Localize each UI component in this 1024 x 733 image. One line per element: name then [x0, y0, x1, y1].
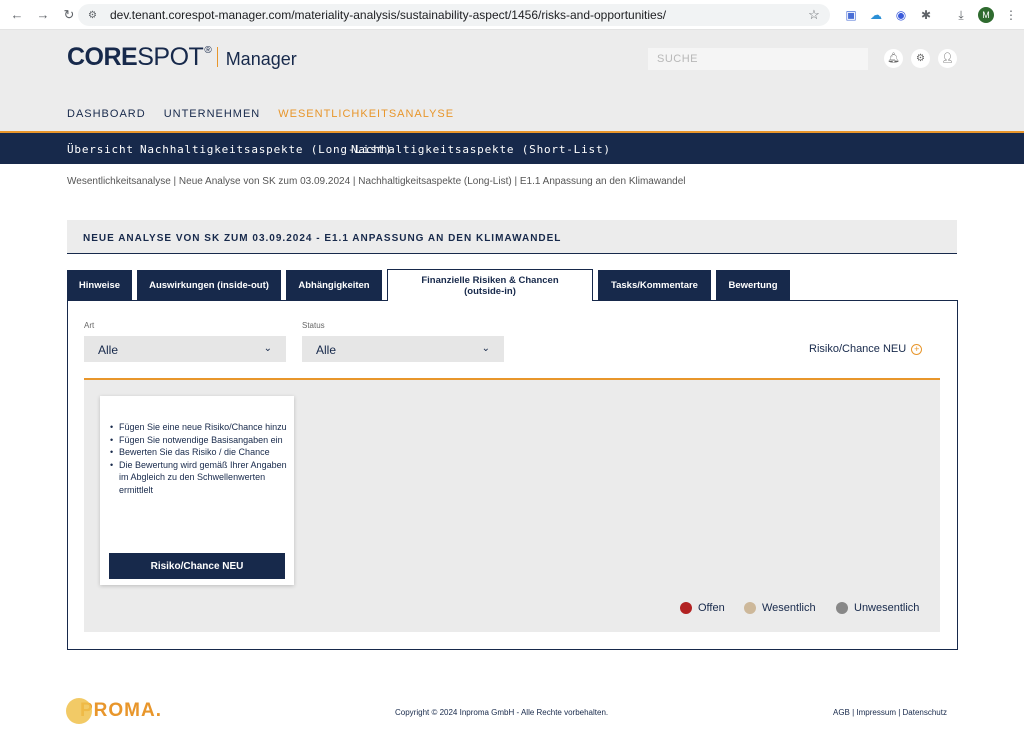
extensions-puzzle-icon[interactable]: ✱	[918, 7, 934, 23]
subnav-uebersicht[interactable]: Übersicht	[67, 143, 134, 156]
extension-shield-icon[interactable]: ◉	[893, 7, 909, 23]
add-risk-chance-link[interactable]: Risiko/Chance NEU +	[809, 343, 923, 355]
nav-wesentlichkeitsanalyse[interactable]: WESENTLICHKEITSANALYSE	[278, 108, 454, 120]
browser-menu-icon[interactable]: ⋮	[1003, 7, 1019, 23]
legend-label: Unwesentlich	[854, 602, 920, 614]
list-item: Bewerten Sie das Risiko / die Chance	[110, 446, 289, 459]
forward-icon[interactable]: →	[34, 6, 52, 24]
plus-circle-icon: +	[911, 343, 923, 355]
legend-label: Wesentlich	[762, 602, 816, 614]
url-text: dev.tenant.corespot-manager.com/material…	[110, 8, 667, 22]
logo-core-text: CORE	[67, 43, 138, 71]
logo-spot-text: SPOT	[137, 43, 204, 71]
status-dot-red	[680, 602, 692, 614]
status-filter-label: Status	[302, 321, 325, 330]
legend-label: Offen	[698, 602, 725, 614]
extension-cloud-icon[interactable]: ☁	[868, 7, 884, 23]
tab-hinweise[interactable]: Hinweise	[67, 270, 132, 300]
logo-circle-icon	[66, 698, 92, 724]
profile-avatar[interactable]: M	[978, 7, 994, 23]
add-risk-chance-label: Risiko/Chance NEU	[809, 343, 907, 355]
empty-state-card: Fügen Sie eine neue Risiko/Chance hinzu …	[100, 396, 294, 585]
logo-manager-text: Manager	[225, 49, 297, 69]
search-input[interactable]: SUCHE	[648, 48, 868, 70]
site-info-icon[interactable]: ⚙	[88, 10, 102, 21]
legend-offen: Offen	[680, 602, 725, 614]
status-select[interactable]: Alle ⌄	[302, 336, 504, 362]
list-item: Die Bewertung wird gemäß Ihrer Angaben i…	[110, 459, 289, 497]
legend-unwesentlich: Unwesentlich	[836, 602, 919, 614]
status-select-value: Alle	[316, 343, 337, 357]
list-item: Fügen Sie eine neue Risiko/Chance hinzu	[110, 421, 289, 434]
logo-divider	[216, 47, 218, 67]
bell-icon[interactable]: 🔔︎	[884, 49, 903, 68]
gear-icon[interactable]: ⚙	[911, 49, 930, 68]
extension-doc-icon[interactable]: ▣	[843, 7, 859, 23]
tab-bewertung[interactable]: Bewertung	[716, 270, 790, 300]
tab-auswirkungen[interactable]: Auswirkungen (inside-out)	[137, 270, 281, 300]
corespot-logo[interactable]: CORE SPOT ® Manager	[67, 43, 297, 72]
back-icon[interactable]: ←	[8, 6, 26, 24]
footer-links[interactable]: AGB | Impressum | Datenschutz	[833, 708, 947, 717]
list-item: Fügen Sie notwendige Basisangaben ein	[110, 434, 289, 447]
art-select[interactable]: Alle ⌄	[84, 336, 286, 362]
user-icon[interactable]: 👤︎	[938, 49, 957, 68]
instruction-list: Fügen Sie eine neue Risiko/Chance hinzu …	[110, 421, 289, 497]
status-dot-grey	[836, 602, 848, 614]
app-header: CORE SPOT ® Manager SUCHE 🔔︎ ⚙ 👤︎ DASHBO…	[0, 30, 1024, 131]
logo-registered-mark: ®	[204, 45, 212, 56]
chevron-down-icon: ⌄	[481, 343, 490, 354]
nav-unternehmen[interactable]: UNTERNEHMEN	[164, 108, 261, 120]
breadcrumb: Wesentlichkeitsanalyse | Neue Analyse vo…	[67, 176, 686, 187]
chevron-down-icon: ⌄	[263, 343, 272, 354]
address-bar[interactable]: ⚙ dev.tenant.corespot-manager.com/materi…	[78, 4, 830, 26]
copyright-text: Copyright © 2024 Inproma GmbH - Alle Rec…	[395, 708, 609, 717]
page-title: NEUE ANALYSE VON SK ZUM 03.09.2024 - E1.…	[67, 220, 957, 254]
reload-icon[interactable]: ↻	[60, 6, 78, 24]
nav-dashboard[interactable]: DASHBOARD	[67, 108, 146, 120]
new-risk-chance-button[interactable]: Risiko/Chance NEU	[109, 553, 285, 579]
status-dot-beige	[744, 602, 756, 614]
main-navigation: DASHBOARD UNTERNEHMEN WESENTLICHKEITSANA…	[67, 108, 472, 120]
legend-wesentlich: Wesentlich	[744, 602, 816, 614]
art-filter-label: Art	[84, 321, 95, 330]
inproma-logo[interactable]: PROMA.	[66, 698, 162, 724]
art-select-value: Alle	[98, 343, 119, 357]
tab-tasks-kommentare[interactable]: Tasks/Kommentare	[598, 270, 711, 300]
tab-abhaengigkeiten[interactable]: Abhängigkeiten	[286, 270, 382, 300]
tab-finanzielle-risiken[interactable]: Finanzielle Risiken & Chancen (outside-i…	[387, 269, 593, 301]
download-icon[interactable]: ⤓	[953, 7, 969, 23]
sub-navigation: Übersicht Nachhaltigkeitsaspekte (Long-L…	[0, 131, 1024, 164]
bookmark-star-icon[interactable]: ☆	[806, 7, 822, 23]
logo-text: PROMA.	[80, 700, 162, 721]
subnav-short-list[interactable]: Nachhaltigkeitsaspekte (Short-List)	[351, 143, 611, 156]
